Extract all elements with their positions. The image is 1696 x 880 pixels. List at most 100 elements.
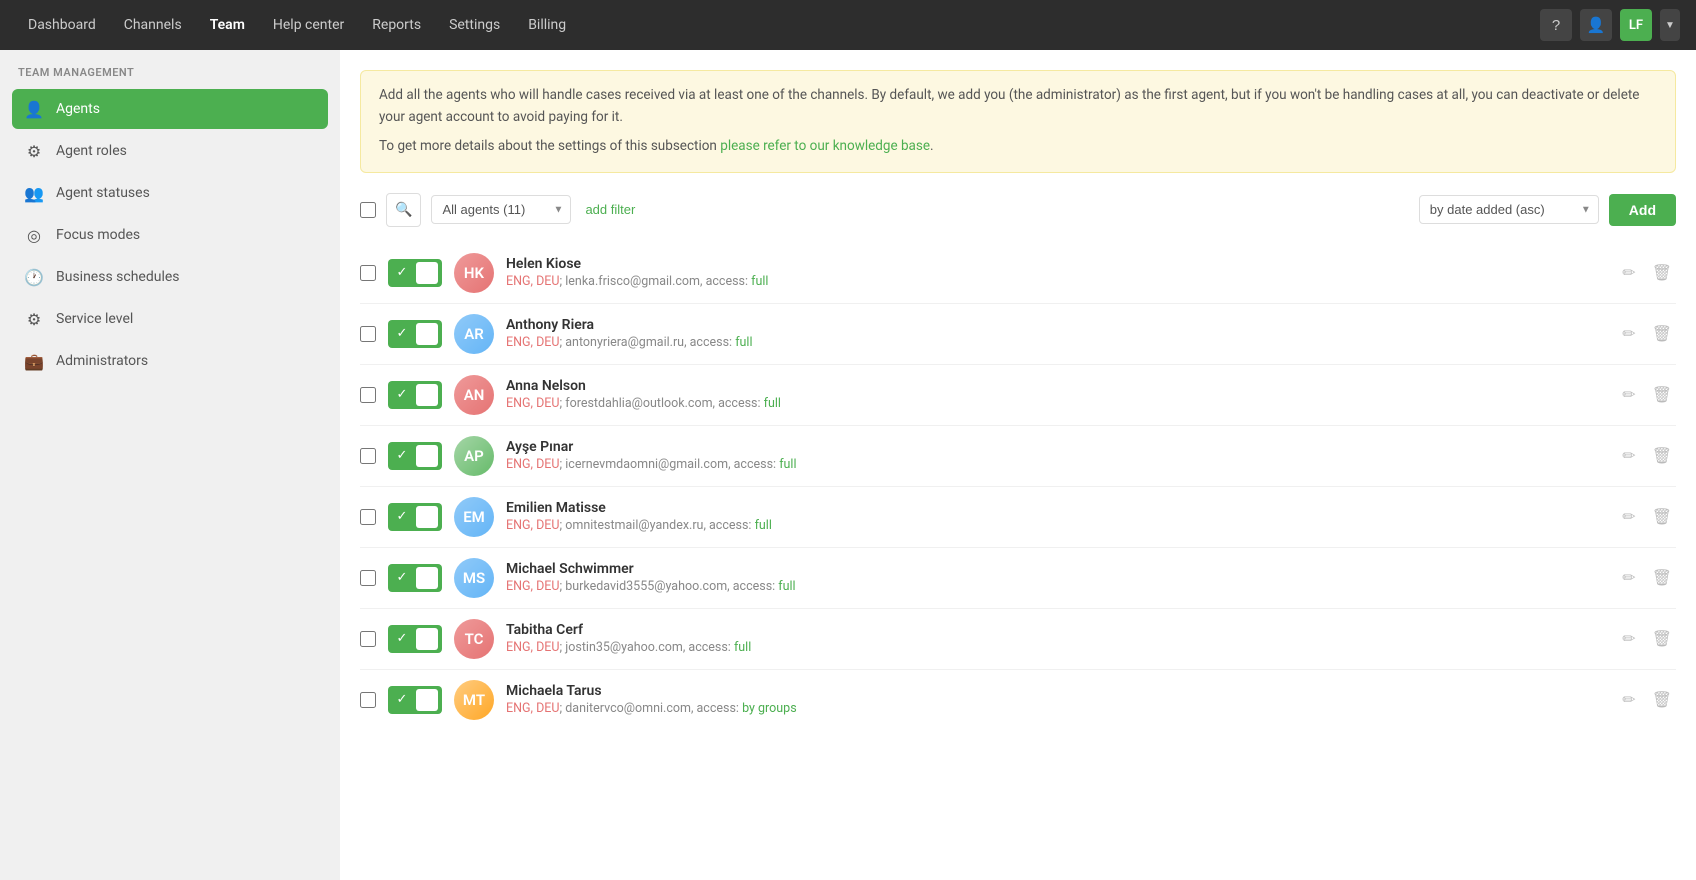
agent-checkbox-0[interactable]: [360, 265, 376, 281]
top-navigation: Dashboard Channels Team Help center Repo…: [0, 0, 1696, 50]
agent-list: ✓ HK Helen Kiose ENG, DEU; lenka.frisco@…: [360, 243, 1676, 730]
agent-actions: ✏ 🗑: [1618, 442, 1676, 469]
nav-team[interactable]: Team: [198, 11, 257, 39]
toggle-square: [416, 689, 438, 711]
agent-info: Helen Kiose ENG, DEU; lenka.frisco@gmail…: [506, 256, 1606, 289]
agent-checkbox-7[interactable]: [360, 692, 376, 708]
info-text-1: Add all the agents who will handle cases…: [379, 85, 1657, 128]
sidebar-item-business-schedules[interactable]: 🕐 Business schedules: [12, 257, 328, 297]
agent-avatar: AP: [454, 436, 494, 476]
table-row: ✓ TC Tabitha Cerf ENG, DEU; jostin35@yah…: [360, 609, 1676, 670]
sidebar-item-service-level[interactable]: ⚙ Service level: [12, 299, 328, 339]
agent-toggle-5[interactable]: ✓: [388, 564, 442, 592]
toggle-square: [416, 384, 438, 406]
agent-langs: ENG, DEU: [506, 457, 560, 472]
user-dropdown-button[interactable]: ▼: [1660, 9, 1680, 41]
agent-checkbox-6[interactable]: [360, 631, 376, 647]
select-all-checkbox[interactable]: [360, 202, 376, 218]
toggle-check-icon: ✓: [391, 628, 413, 650]
toggle-check-icon: ✓: [391, 445, 413, 467]
agent-details: ENG, DEU; jostin35@yahoo.com, access: fu…: [506, 640, 1606, 655]
agent-checkbox-2[interactable]: [360, 387, 376, 403]
delete-icon[interactable]: 🗑: [1648, 259, 1676, 286]
table-row: ✓ EM Emilien Matisse ENG, DEU; omnitestm…: [360, 487, 1676, 548]
nav-settings[interactable]: Settings: [437, 11, 512, 39]
delete-icon[interactable]: 🗑: [1648, 625, 1676, 652]
agent-langs: ENG, DEU: [506, 396, 560, 411]
delete-icon[interactable]: 🗑: [1648, 564, 1676, 591]
main-content: Add all the agents who will handle cases…: [340, 50, 1696, 880]
nav-dashboard[interactable]: Dashboard: [16, 11, 108, 39]
agent-info: Anthony Riera ENG, DEU; antonyriera@gmai…: [506, 317, 1606, 350]
help-button[interactable]: ?: [1540, 9, 1572, 41]
administrators-icon: 💼: [24, 351, 44, 371]
profile-button[interactable]: 👤: [1580, 9, 1612, 41]
sidebar-focus-modes-label: Focus modes: [56, 227, 140, 243]
agent-name: Ayşe Pınar: [506, 439, 1606, 455]
sidebar-item-agent-statuses[interactable]: 👥 Agent statuses: [12, 173, 328, 213]
nav-channels[interactable]: Channels: [112, 11, 194, 39]
agent-actions: ✏ 🗑: [1618, 564, 1676, 591]
sidebar-item-agent-roles[interactable]: ⚙ Agent roles: [12, 131, 328, 171]
agent-access: full: [779, 457, 796, 472]
agent-access: full: [735, 335, 752, 350]
agent-toggle-1[interactable]: ✓: [388, 320, 442, 348]
delete-icon[interactable]: 🗑: [1648, 503, 1676, 530]
sort-wrapper: by date added (asc) by date added (desc)…: [1419, 195, 1599, 224]
agent-actions: ✏ 🗑: [1618, 686, 1676, 713]
agent-checkbox-4[interactable]: [360, 509, 376, 525]
edit-icon[interactable]: ✏: [1618, 381, 1639, 408]
sidebar: TEAM MANAGEMENT 👤 Agents ⚙ Agent roles 👥…: [0, 50, 340, 880]
user-avatar[interactable]: LF: [1620, 9, 1652, 41]
edit-icon[interactable]: ✏: [1618, 503, 1639, 530]
agent-toggle-2[interactable]: ✓: [388, 381, 442, 409]
delete-icon[interactable]: 🗑: [1648, 381, 1676, 408]
nav-billing[interactable]: Billing: [516, 11, 578, 39]
edit-icon[interactable]: ✏: [1618, 625, 1639, 652]
agent-avatar: HK: [454, 253, 494, 293]
edit-icon[interactable]: ✏: [1618, 564, 1639, 591]
agent-toggle-4[interactable]: ✓: [388, 503, 442, 531]
add-agent-button[interactable]: Add: [1609, 194, 1676, 226]
agent-checkbox-3[interactable]: [360, 448, 376, 464]
agent-toggle-0[interactable]: ✓: [388, 259, 442, 287]
agent-toggle-7[interactable]: ✓: [388, 686, 442, 714]
sidebar-item-administrators[interactable]: 💼 Administrators: [12, 341, 328, 381]
delete-icon[interactable]: 🗑: [1648, 320, 1676, 347]
toggle-square: [416, 628, 438, 650]
agent-checkbox-5[interactable]: [360, 570, 376, 586]
sidebar-item-agents[interactable]: 👤 Agents: [12, 89, 328, 129]
toggle-square: [416, 323, 438, 345]
table-row: ✓ MS Michael Schwimmer ENG, DEU; burkeda…: [360, 548, 1676, 609]
agent-access: full: [734, 640, 751, 655]
agent-toggle-3[interactable]: ✓: [388, 442, 442, 470]
edit-icon[interactable]: ✏: [1618, 259, 1639, 286]
agent-langs: ENG, DEU: [506, 640, 560, 655]
sidebar-item-focus-modes[interactable]: ◎ Focus modes: [12, 215, 328, 255]
sort-select[interactable]: by date added (asc) by date added (desc)…: [1419, 195, 1599, 224]
add-filter-button[interactable]: add filter: [581, 196, 639, 223]
agent-filter-select[interactable]: All agents (11) Active agents Inactive a…: [431, 195, 571, 224]
agent-details: ENG, DEU; burkedavid3555@yahoo.com, acce…: [506, 579, 1606, 594]
agent-avatar: AR: [454, 314, 494, 354]
agent-info: Emilien Matisse ENG, DEU; omnitestmail@y…: [506, 500, 1606, 533]
edit-icon[interactable]: ✏: [1618, 320, 1639, 347]
search-icon: 🔍: [395, 202, 412, 218]
agent-access: full: [778, 579, 795, 594]
delete-icon[interactable]: 🗑: [1648, 686, 1676, 713]
sidebar-agent-statuses-label: Agent statuses: [56, 185, 150, 201]
delete-icon[interactable]: 🗑: [1648, 442, 1676, 469]
info-banner: Add all the agents who will handle cases…: [360, 70, 1676, 173]
agent-toggle-6[interactable]: ✓: [388, 625, 442, 653]
nav-reports[interactable]: Reports: [360, 11, 433, 39]
knowledge-base-link[interactable]: please refer to our knowledge base: [720, 138, 930, 154]
agent-avatar: MT: [454, 680, 494, 720]
nav-help-center[interactable]: Help center: [261, 11, 356, 39]
sidebar-service-level-label: Service level: [56, 311, 133, 327]
search-wrapper[interactable]: 🔍: [386, 193, 421, 227]
agent-avatar: AN: [454, 375, 494, 415]
edit-icon[interactable]: ✏: [1618, 686, 1639, 713]
agent-checkbox-1[interactable]: [360, 326, 376, 342]
table-row: ✓ MT Michaela Tarus ENG, DEU; danitervco…: [360, 670, 1676, 730]
edit-icon[interactable]: ✏: [1618, 442, 1639, 469]
